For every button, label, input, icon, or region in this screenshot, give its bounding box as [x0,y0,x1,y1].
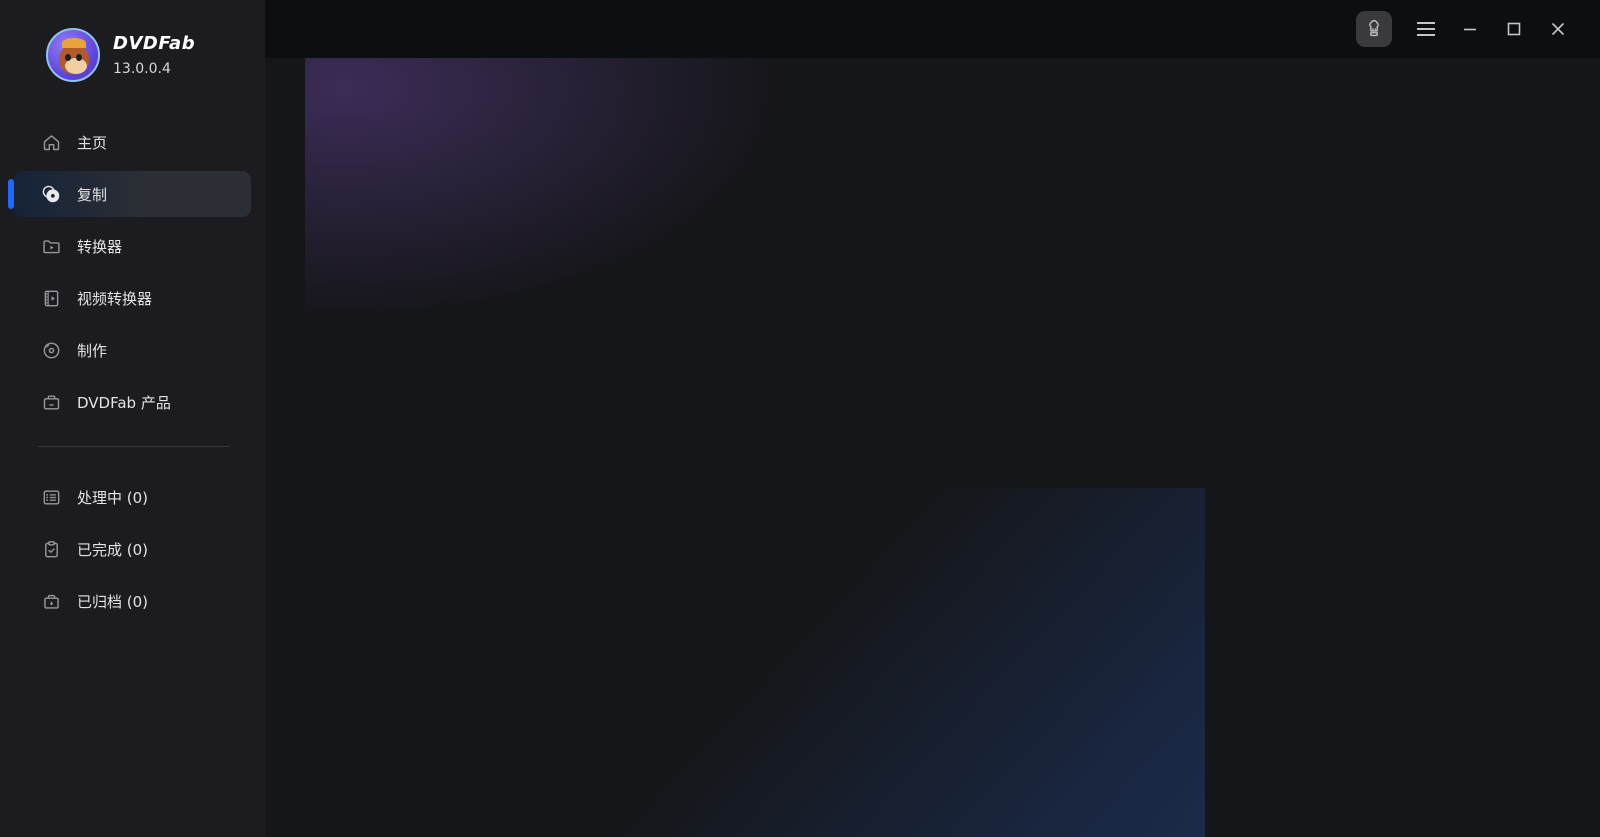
app-window: DVDFab 13.0.0.4 主页 复制 转换器 视频转换器 制作 DVDFa… [0,0,1600,837]
sidebar-item-archived[interactable]: 已归档 (0) [0,575,265,627]
sidebar-item-label: 处理中 (0) [77,488,149,507]
purple-glow-decor [305,58,1405,488]
dvdfab-monkey-logo-icon [46,28,100,82]
sidebar-divider [38,446,230,447]
copy-disc-icon [40,183,62,205]
video-converter-icon [40,287,62,309]
menu-button[interactable] [1404,11,1448,47]
chef-hat-button[interactable] [1356,11,1392,47]
converter-folder-icon [40,235,62,257]
sidebar-item-home[interactable]: 主页 [0,116,265,168]
sidebar-item-products[interactable]: DVDFab 产品 [0,376,265,428]
products-box-icon [40,391,62,413]
app-name: DVDFab [113,33,196,54]
blue-glow-decor [305,488,1205,837]
sidebar-item-label: 已归档 (0) [77,592,149,611]
sidebar-item-label: 转换器 [77,237,123,256]
sidebar-item-processing[interactable]: 处理中 (0) [0,471,265,523]
sidebar-item-label: 复制 [77,185,108,204]
sidebar-nav: 主页 复制 转换器 视频转换器 制作 DVDFab 产品 [0,116,265,428]
completed-clipboard-icon [40,538,62,560]
app-logo: DVDFab 13.0.0.4 [0,0,265,108]
main-area: 复制 使用灵活的备份模式将DVD/蓝光/4K超高清蓝光光盘复制和刻录到空白 DV… [265,0,1600,837]
active-indicator [8,179,14,209]
sidebar-item-creator[interactable]: 制作 [0,324,265,376]
home-icon [40,131,62,153]
sidebar-item-label: 制作 [77,341,108,360]
archived-box-icon [40,590,62,612]
sidebar-item-completed[interactable]: 已完成 (0) [0,523,265,575]
close-button[interactable] [1536,11,1580,47]
maximize-button[interactable] [1492,11,1536,47]
sidebar-tasks: 处理中 (0) 已完成 (0) 已归档 (0) [0,471,265,627]
sidebar-item-copy[interactable]: 复制 [0,168,265,220]
minimize-button[interactable] [1448,11,1492,47]
sidebar-item-label: DVDFab 产品 [77,393,171,412]
sidebar-item-video-converter[interactable]: 视频转换器 [0,272,265,324]
titlebar [265,0,1600,58]
sidebar: DVDFab 13.0.0.4 主页 复制 转换器 视频转换器 制作 DVDFa… [0,0,265,837]
sidebar-item-label: 已完成 (0) [77,540,149,559]
processing-list-icon [40,486,62,508]
sidebar-item-converter[interactable]: 转换器 [0,220,265,272]
copy-page: 复制 使用灵活的备份模式将DVD/蓝光/4K超高清蓝光光盘复制和刻录到空白 DV… [265,58,1600,837]
app-version: 13.0.0.4 [113,61,171,77]
creator-disc-icon [40,339,62,361]
sidebar-item-label: 主页 [77,133,108,152]
sidebar-item-label: 视频转换器 [77,289,153,308]
